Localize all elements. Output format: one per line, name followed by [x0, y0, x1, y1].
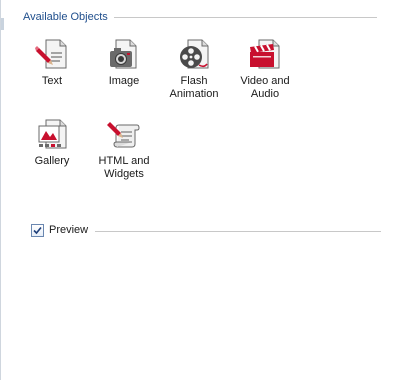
object-label: Gallery: [34, 155, 70, 167]
object-flash-animation[interactable]: Flash Animation: [159, 38, 229, 101]
object-label: Text: [41, 75, 63, 87]
object-label: Image: [108, 75, 140, 87]
preview-label[interactable]: Preview: [49, 224, 95, 237]
scroll-pen-icon: [107, 122, 140, 148]
object-label: Flash Animation: [169, 75, 219, 100]
preview-divider: [95, 231, 381, 232]
film-reel-icon: [180, 39, 209, 69]
object-html-and-widgets[interactable]: HTML and Widgets: [89, 118, 159, 181]
object-gallery[interactable]: Gallery: [17, 118, 87, 168]
camera-icon: [110, 39, 137, 69]
checkmark-icon: [33, 226, 42, 235]
preview-option: Preview: [31, 224, 381, 240]
available-objects-group: Available Objects: [23, 10, 377, 26]
object-image[interactable]: Image: [89, 38, 159, 88]
preview-checkbox[interactable]: [31, 224, 44, 237]
text-document-icon: [35, 39, 67, 69]
gallery-icon: [38, 119, 67, 149]
object-label: HTML and Widgets: [98, 155, 150, 180]
panel-edge-tab: [1, 18, 4, 30]
clapperboard-icon: [250, 39, 280, 69]
object-video-and-audio[interactable]: Video and Audio: [230, 38, 300, 101]
group-title: Available Objects: [23, 10, 114, 24]
object-text[interactable]: Text: [17, 38, 87, 88]
object-label: Video and Audio: [240, 75, 290, 100]
available-objects-panel: Available Objects Text Image Flash Anima…: [0, 0, 420, 380]
